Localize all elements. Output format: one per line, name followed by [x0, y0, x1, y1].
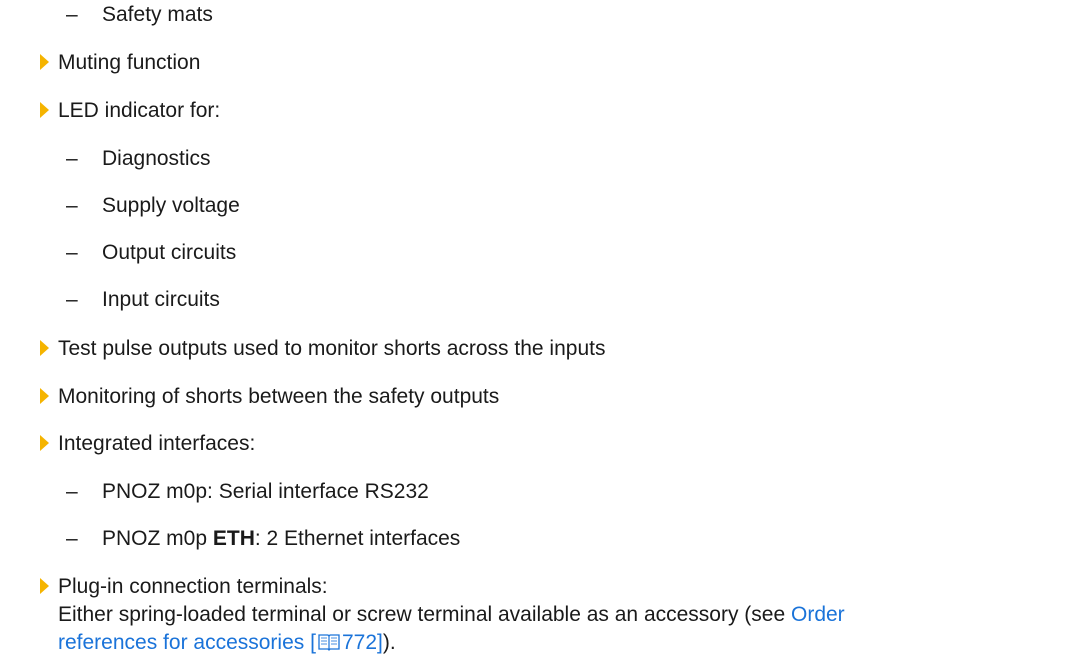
list-item-text: PNOZ m0p: Serial interface RS232	[102, 480, 429, 503]
dash-marker: –	[66, 194, 78, 217]
bracket-open: [	[310, 631, 316, 654]
eth-prefix: PNOZ m0p	[102, 527, 213, 550]
dash-marker: –	[66, 480, 78, 503]
list-item-text: Input circuits	[102, 288, 220, 311]
plugin-tail: ).	[382, 631, 396, 654]
list-item-text: Monitoring of shorts between the safety …	[58, 385, 500, 408]
eth-bold: ETH	[212, 527, 255, 550]
list-item-text: PNOZ m0p ETH: 2 Ethernet interfaces	[102, 526, 460, 551]
order-references-link[interactable]: Order	[791, 603, 845, 626]
dash-marker: –	[66, 3, 78, 26]
book-icon	[318, 634, 340, 651]
order-references-link-cont[interactable]: references for accessories	[58, 631, 304, 654]
list-item-text: Test pulse outputs used to monitor short…	[58, 337, 606, 360]
triangle-bullet-icon	[40, 102, 49, 118]
list-item-text: Either spring-loaded terminal or screw t…	[58, 602, 845, 627]
list-item-text: Plug-in connection terminals:	[58, 575, 328, 598]
list-item-text: Muting function	[58, 51, 201, 74]
page-ref-link[interactable]: [772]	[310, 631, 383, 654]
list-item-text: Supply voltage	[102, 194, 240, 217]
triangle-bullet-icon	[40, 578, 49, 594]
dash-marker: –	[66, 288, 78, 311]
dash-marker: –	[66, 147, 78, 170]
triangle-bullet-icon	[40, 54, 49, 70]
list-item-text: references for accessories [772]).	[58, 630, 396, 655]
list-item-text: Integrated interfaces:	[58, 432, 256, 455]
dash-marker: –	[66, 241, 78, 264]
list-item-text: LED indicator for:	[58, 99, 221, 122]
page-ref: 772	[341, 631, 378, 654]
triangle-bullet-icon	[40, 435, 49, 451]
dash-marker: –	[66, 527, 78, 550]
plugin-description: Either spring-loaded terminal or screw t…	[58, 603, 791, 626]
list-item-text: Safety mats	[102, 3, 213, 26]
eth-suffix: : 2 Ethernet interfaces	[254, 527, 461, 550]
triangle-bullet-icon	[40, 388, 49, 404]
list-item-text: Output circuits	[102, 241, 237, 264]
list-item-text: Diagnostics	[102, 147, 211, 170]
triangle-bullet-icon	[40, 340, 49, 356]
